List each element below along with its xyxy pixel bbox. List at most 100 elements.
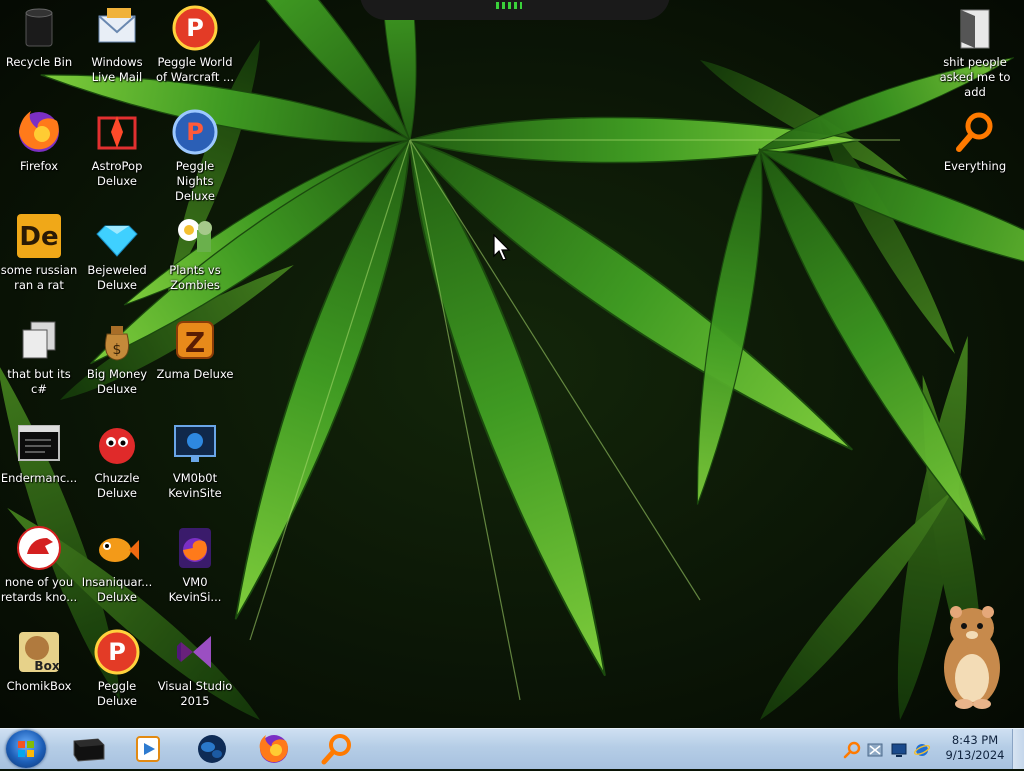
desktop-icon-retards[interactable]: none of you retards kno... [0,524,78,605]
diamond-icon [93,212,141,260]
console-icon [15,420,63,468]
desktop-icon-de-rat[interactable]: De some russian ran a rat [0,212,78,293]
search-tray-icon[interactable] [843,741,861,759]
desktop-icon-c-sharp[interactable]: that but its c# [0,316,78,397]
search-icon [321,734,351,765]
svg-text:P: P [186,118,204,146]
desktop-icon-label: ChomikBox [6,679,72,693]
svg-text:P: P [186,14,204,42]
desktop-icon-label: VM0 KevinSi... [168,575,222,604]
desktop-icon-label: Firefox [19,159,59,173]
firefox-purple-icon [171,524,219,572]
chuzzle-icon [93,420,141,468]
desktop-icon-label: Chuzzle Deluxe [94,471,140,500]
desktop-icon-vm0-kevin[interactable]: VM0 KevinSi... [156,524,234,605]
flower-icon [171,212,219,260]
peggle-icon: P [171,4,219,52]
desktop-icon-insaniquarium[interactable]: Insaniquar... Deluxe [78,524,156,605]
ie-tray-icon[interactable] [913,741,931,759]
desktop-icon-endermanc[interactable]: Endermanc... [0,420,78,486]
desktop-icon-label: Peggle Nights Deluxe [175,159,215,203]
desktop-icon-label: none of you retards kno... [0,575,78,604]
hamster-box-icon: Box [15,628,63,676]
desktop-icon-visual-studio[interactable]: Visual Studio 2015 [156,628,234,709]
desktop-icon-shit-people[interactable]: shit people asked me to add [936,4,1014,100]
zuma-icon: Z [171,316,219,364]
taskbar-pinned-everything[interactable] [312,731,360,767]
peggle-icon: P [93,628,141,676]
desktop-icon-label: AstroPop Deluxe [91,159,143,188]
desktop-icon-recycle-bin[interactable]: Recycle Bin [0,4,78,70]
hamster-mascot[interactable] [934,600,1010,712]
clock-date: 9/13/2024 [945,748,1005,762]
visual-studio-icon [171,628,219,676]
svg-text:P: P [108,638,126,666]
desktop-icon-windows-live-mail[interactable]: Windows Live Mail [78,4,156,85]
de-icon: De [15,212,63,260]
desktop-icon-label: Bejeweled Deluxe [87,263,147,292]
desktop-icon-peggle-deluxe[interactable]: P Peggle Deluxe [78,628,156,709]
desktop-icon-pvz[interactable]: Plants vs Zombies [156,212,234,293]
desktop-icon-peggle-nights[interactable]: P Peggle Nights Deluxe [156,108,234,204]
firefox-icon [259,735,288,763]
desktop-icon-label: shit people asked me to add [939,55,1011,99]
astropop-icon [93,108,141,156]
dino-icon [15,524,63,572]
globe-icon [198,735,226,763]
peggle-nights-icon: P [171,108,219,156]
search-icon [951,108,999,156]
monitor-tray-icon[interactable] [890,741,908,759]
desktop-icon-label: Recycle Bin [5,55,73,69]
desktop-icon-label: Insaniquar... Deluxe [81,575,153,604]
desktop-icon-zuma[interactable]: Z Zuma Deluxe [156,316,234,382]
svg-text:De: De [19,222,58,252]
copy-icon [15,316,63,364]
taskbar-pinned-media-player[interactable] [124,731,172,767]
taskbar-pinned-firefox[interactable] [250,731,298,767]
network-tray-icon[interactable] [866,741,884,759]
desktop-icon-firefox[interactable]: Firefox [0,108,78,174]
svg-text:$: $ [113,342,122,358]
vm-icon [171,420,219,468]
black-box-icon [73,738,105,762]
recycle-bin-icon [15,4,63,52]
desktop-icon-chomikbox[interactable]: Box ChomikBox [0,628,78,694]
desktop-icon-label: Big Money Deluxe [86,367,148,396]
desktop-icon-label: some russian ran a rat [0,263,78,292]
mouse-cursor-icon [493,234,511,261]
desktop-icon-bejeweled[interactable]: Bejeweled Deluxe [78,212,156,293]
desktop-icon-label: VM0b0t KevinSite [168,471,222,500]
media-player-icon [136,736,160,762]
fish-icon [93,524,141,572]
desktop-icon-chuzzle[interactable]: Chuzzle Deluxe [78,420,156,501]
desktop-icon-label: Peggle Deluxe [97,679,137,708]
desktop-icon-label: Plants vs Zombies [169,263,221,292]
svg-text:Z: Z [185,326,205,359]
desktop-icon-vm0b0t[interactable]: VM0b0t KevinSite [156,420,234,501]
desktop[interactable]: Recycle Bin Windows Live Mail P Peggle Worl… [0,0,1024,728]
desktop-icon-label: Peggle World of Warcraft ... [156,55,234,84]
taskbar-pinned-explorer-dark[interactable] [64,731,112,767]
desktop-icon-label: Everything [943,159,1007,173]
start-button[interactable] [6,730,46,768]
desktop-icon-label: Visual Studio 2015 [157,679,233,708]
desktop-icon-peggle-world[interactable]: P Peggle World of Warcraft ... [156,4,234,85]
mail-icon [93,4,141,52]
taskbar-pinned-globe[interactable] [188,731,236,767]
system-tray [840,729,931,769]
indicator-dots [496,2,522,9]
top-notch-bar [360,0,670,20]
desktop-icon-everything[interactable]: Everything [936,108,1014,174]
desktop-icon-label: Endermanc... [0,471,78,485]
firefox-icon [15,108,63,156]
clock-time: 8:43 PM [951,733,999,747]
svg-text:Box: Box [34,659,59,673]
windows-orb-icon [18,741,34,757]
show-desktop-button[interactable] [1012,729,1024,769]
desktop-icon-big-money[interactable]: $ Big Money Deluxe [78,316,156,397]
desktop-icon-label: Windows Live Mail [91,55,143,84]
taskbar: 8:43 PM 9/13/2024 [0,728,1024,769]
desktop-icon-astropop[interactable]: AstroPop Deluxe [78,108,156,189]
clock[interactable]: 8:43 PM 9/13/2024 [930,733,1020,763]
money-bag-icon: $ [93,316,141,364]
